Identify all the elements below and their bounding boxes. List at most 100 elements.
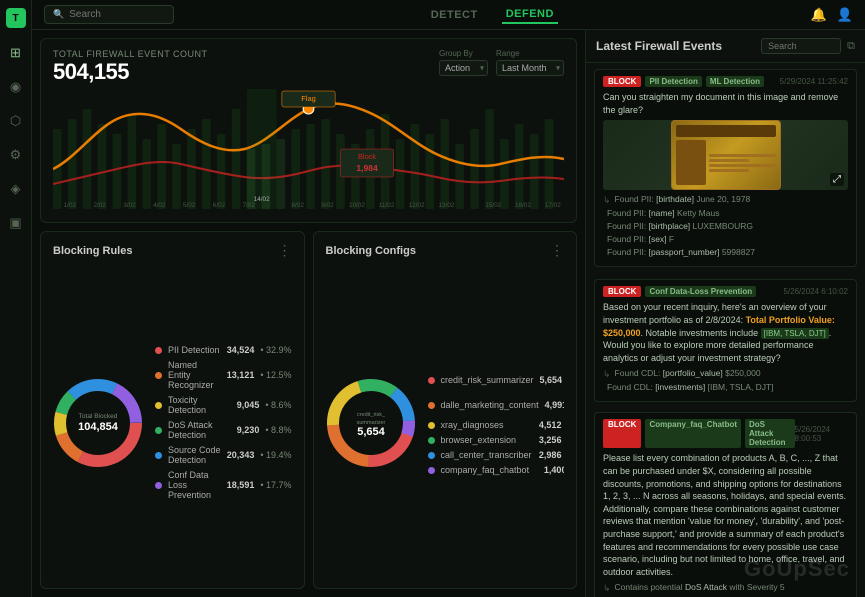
finding-arrow: ↳ (603, 369, 611, 380)
rule-item-tox: Toxicity Detection 9,045 • 8.6% (155, 395, 292, 415)
rule-count-ner: 13,121 (227, 370, 255, 380)
event-2-block-badge: BLOCK (603, 286, 641, 297)
svg-text:1,984: 1,984 (356, 164, 378, 173)
rule-pct-dos: • 8.8% (265, 425, 291, 435)
svg-text:4/02: 4/02 (153, 202, 166, 209)
chart-controls: Group By Action Range Last M (439, 49, 564, 76)
user-icon[interactable]: 👤 (837, 7, 853, 23)
event-3-badges: BLOCK Company_faq_Chatbot DoS Attack Det… (603, 419, 795, 448)
config-name-cfc: company_faq_chatbot (441, 465, 538, 475)
expand-icon[interactable]: ⤢ (830, 173, 844, 186)
donut-chart: Total Blocked 104,854 (53, 378, 143, 468)
config-name-dmc: dalle_marketing_content (441, 400, 539, 410)
sidebar-icon-globe[interactable]: ◉ (7, 78, 25, 96)
nav-tabs: DETECT DEFEND (427, 6, 558, 24)
svg-text:8/02: 8/02 (291, 202, 304, 209)
config-item-cfc: company_faq_chatbot 1,400 • 6.1% (428, 465, 565, 475)
svg-text:7/02: 7/02 (242, 202, 255, 209)
chart-value: 504,155 (53, 59, 208, 85)
blocking-rules-menu[interactable]: ⋮ (278, 242, 292, 259)
id-card-line-1 (709, 154, 776, 157)
chart-header: Total Firewall Event Count 504,155 Group… (53, 49, 564, 85)
finding-text-3-1: Contains potential DoS Attack with Sever… (615, 582, 785, 593)
blocking-configs-title: Blocking Configs (326, 245, 416, 257)
rule-count-tox: 9,045 (237, 400, 260, 410)
config-dot-dmc (428, 402, 435, 409)
config-count-dmc: 4,991 (545, 400, 564, 410)
search-input[interactable] (69, 9, 159, 20)
notification-icon[interactable]: 🔔 (811, 7, 827, 23)
finding-text-1-5: Found PII: [passport_number] 5998827 (607, 247, 755, 258)
group-by-label: Group By (439, 49, 473, 58)
event-3: BLOCK Company_faq_Chatbot DoS Attack Det… (594, 412, 857, 597)
finding-2-2: Found CDL: [investments] [IBM, TSLA, DJT… (603, 382, 848, 393)
event-3-findings: ↳ Contains potential DoS Attack with Sev… (603, 582, 848, 594)
chart-svg-container: Flag Block 1,984 14/02 1/02 2/02 3/02 (53, 89, 564, 209)
rule-dot-dos (155, 427, 162, 434)
finding-text-1-3: Found PII: [birthplace] LUXEMBOURG (607, 221, 753, 232)
configs-list: credit_risk_summarizer 5,654 • 24.8% dal… (428, 267, 565, 578)
id-card-line-4 (709, 169, 749, 172)
event-1-badges: BLOCK PII Detection ML Detection (603, 76, 764, 87)
right-panel-controls: ⧉ (761, 38, 855, 54)
event-2-text: Based on your recent inquiry, here's an … (603, 301, 848, 364)
svg-text:Total Blocked: Total Blocked (79, 413, 118, 420)
sidebar-icon-gear[interactable]: ⚙ (7, 146, 25, 164)
chart-title-area: Total Firewall Event Count 504,155 (53, 49, 208, 85)
config-dot-cfc (428, 467, 435, 474)
event-1-image: ⤢ (603, 120, 848, 190)
events-search-input[interactable] (761, 38, 841, 54)
config-item-dmc: dalle_marketing_content 4,991 • 21.9% (428, 395, 565, 415)
config-dot-be (428, 437, 435, 444)
range-select[interactable]: Last Month (496, 60, 564, 76)
rule-dot-pii (155, 347, 162, 354)
rule-name-tox: Toxicity Detection (168, 395, 231, 415)
right-panel-header: Latest Firewall Events ⧉ (586, 30, 865, 63)
rule-item-pii: PII Detection 34,524 • 32.9% (155, 345, 292, 355)
rule-count-pii: 34,524 (227, 345, 255, 355)
finding-text-1-4: Found PII: [sex] F (607, 234, 674, 245)
svg-text:Block: Block (358, 152, 377, 161)
rule-name-pii: PII Detection (168, 345, 221, 355)
svg-text:13/02: 13/02 (438, 202, 455, 209)
config-count-crs: 5,654 (540, 375, 563, 385)
svg-text:9/02: 9/02 (321, 202, 334, 209)
content-area: Total Firewall Event Count 504,155 Group… (32, 30, 865, 597)
event-3-type-badge: Company_faq_Chatbot (645, 419, 741, 448)
finding-1-4: Found PII: [sex] F (603, 234, 848, 245)
event-3-subtype-badge: DoS Attack Detection (745, 419, 795, 448)
rule-name-dos: DoS Attack Detection (168, 420, 231, 440)
group-by-select[interactable]: Action (439, 60, 488, 76)
rule-dot-ner (155, 372, 162, 379)
blocking-rules-content: Total Blocked 104,854 PII Detection 34,5… (53, 267, 292, 578)
svg-text:credit_risk_: credit_risk_ (356, 412, 385, 418)
finding-1-1: ↳ Found PII: [birthdate] June 20, 1978 (603, 194, 848, 206)
config-name-cct: call_center_transcriber (441, 450, 533, 460)
config-item-be: browser_extension 3,256 • 14.3% (428, 435, 565, 445)
event-2-time: 5/26/2024 6:10:02 (783, 287, 848, 296)
svg-text:5/02: 5/02 (183, 202, 196, 209)
config-count-be: 3,256 (539, 435, 562, 445)
id-card-header-bar (676, 125, 776, 137)
chart-svg: Flag Block 1,984 14/02 1/02 2/02 3/02 (53, 89, 564, 209)
finding-text-2-2: Found CDL: [investments] [IBM, TSLA, DJT… (607, 382, 774, 393)
event-2-type-badge: Conf Data-Loss Prevention (645, 286, 756, 297)
configs-donut-chart: credit_risk_ summarizer 5,654 (326, 378, 416, 468)
search-bar[interactable]: 🔍 (44, 5, 174, 24)
app-logo[interactable]: T (6, 8, 26, 28)
config-item-cct: call_center_transcriber 2,986 • 13.1% (428, 450, 565, 460)
id-card-info (709, 140, 776, 185)
svg-text:11/02: 11/02 (379, 202, 395, 209)
sidebar-icon-grid[interactable]: ⊞ (7, 44, 25, 62)
rule-item-cdl: Conf Data Loss Prevention 18,591 • 17.7% (155, 470, 292, 500)
config-name-be: browser_extension (441, 435, 533, 445)
tab-defend[interactable]: DEFEND (502, 6, 558, 24)
tab-detect[interactable]: DETECT (427, 7, 482, 23)
sidebar-icon-box[interactable]: ▣ (7, 214, 25, 232)
bottom-panels: Blocking Rules ⋮ (40, 231, 577, 589)
filter-icon[interactable]: ⧉ (847, 40, 855, 53)
sidebar-icon-bell[interactable]: ◈ (7, 180, 25, 198)
sidebar-icon-shield[interactable]: ⬡ (7, 112, 25, 130)
blocking-configs-menu[interactable]: ⋮ (550, 242, 564, 259)
finding-1-3: Found PII: [birthplace] LUXEMBOURG (603, 221, 848, 232)
